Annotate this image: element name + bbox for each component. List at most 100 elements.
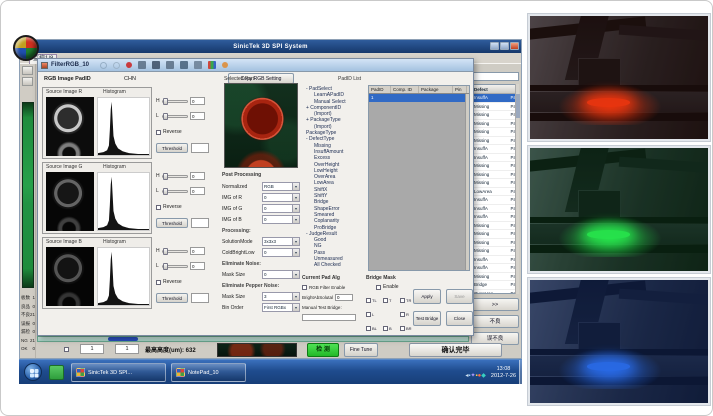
reverse-checkbox-r[interactable] [156, 130, 161, 135]
bottom-field-2[interactable]: 1 [115, 344, 139, 354]
defect-row[interactable]: BridgePa [472, 281, 518, 290]
defect-row[interactable]: MissingPa [472, 179, 518, 188]
confirm-done-button[interactable]: 确认完毕 [409, 343, 502, 357]
left-tool-button-1[interactable] [22, 66, 33, 75]
defect-row[interactable]: MissingPa [472, 171, 518, 180]
h-value-b[interactable]: 0 [190, 247, 205, 255]
taskbar-button[interactable]: SinicTek 3D SPI... [71, 363, 166, 382]
l-slider-r[interactable] [162, 115, 188, 118]
defect-row[interactable]: OverAreaPa [472, 290, 518, 295]
defect-row[interactable]: MissingPa [472, 103, 518, 112]
horizontal-scrollbar[interactable] [37, 336, 469, 342]
bridge-cell-checkbox[interactable] [366, 326, 371, 331]
threshold-field-r[interactable] [191, 143, 209, 153]
defect-row[interactable]: MissingPa [472, 247, 518, 256]
padid-column-header[interactable]: Pin [453, 86, 467, 93]
padid-column-header[interactable]: Comp. ID [391, 86, 419, 93]
bridge-cell-checkbox[interactable] [400, 312, 405, 317]
defect-row[interactable]: MissingPa [472, 137, 518, 146]
save-button[interactable]: Save [446, 289, 473, 304]
image-icon[interactable] [152, 61, 160, 69]
bottom-field-1[interactable]: 1 [80, 344, 104, 354]
left-tool-button-2[interactable] [22, 77, 33, 86]
defect-row[interactable]: MissingPa [472, 239, 518, 248]
pp-dropdown[interactable]: 3▾ [262, 292, 300, 301]
alert-icon[interactable] [222, 62, 228, 68]
open-icon[interactable] [100, 62, 107, 69]
defect-column-header[interactable]: Defect [472, 85, 518, 94]
defect-table-scrollbar[interactable] [515, 84, 519, 294]
defect-row[interactable]: MissingPa [472, 162, 518, 171]
apply-button[interactable]: Apply [413, 289, 441, 304]
l-value-b[interactable]: 0 [190, 262, 205, 270]
pp-dropdown[interactable]: 0▾ [262, 270, 300, 279]
defect-row[interactable]: InsuffAPa [472, 205, 518, 214]
defect-row[interactable]: MissingPa [472, 128, 518, 137]
bridge-cell-checkbox[interactable] [366, 298, 371, 303]
record-icon[interactable] [126, 62, 132, 68]
threshold-button-b[interactable]: Threshold [156, 293, 188, 303]
threshold-field-g[interactable] [191, 218, 209, 228]
tools-icon[interactable] [194, 61, 202, 69]
palette-icon[interactable] [208, 61, 216, 69]
padid-list[interactable]: PadIDComp. IDPackagePin 1 [368, 85, 470, 271]
pp-dropdown[interactable]: 0▾ [262, 204, 300, 213]
defect-row[interactable]: InsuffAPa [472, 256, 518, 265]
l-value-g[interactable]: 0 [190, 187, 205, 195]
l-value-r[interactable]: 0 [190, 112, 205, 120]
defect-row[interactable]: InsuffAPa [472, 196, 518, 205]
defect-row[interactable]: MissingPa [472, 120, 518, 129]
reverse-checkbox-g[interactable] [156, 205, 161, 210]
threshold-button-g[interactable]: Threshold [156, 218, 188, 228]
start-button[interactable] [24, 363, 42, 381]
scrollbar-thumb[interactable] [108, 337, 138, 341]
fine-tune-button[interactable]: Fine Tune [344, 343, 378, 357]
taskbar-button[interactable]: NotePad_10 [171, 363, 246, 382]
defect-row[interactable]: InsuffAPa [472, 264, 518, 273]
h-slider-b[interactable] [162, 250, 188, 253]
bridge-cell-checkbox[interactable] [400, 298, 405, 303]
layers-icon[interactable] [166, 61, 174, 69]
h-value-r[interactable]: 0 [190, 97, 205, 105]
bridge-mask-cell-B[interactable]: B [383, 321, 400, 335]
padid-list-scrollbar[interactable] [465, 94, 469, 270]
defect-row[interactable]: MissingPa [472, 222, 518, 231]
board-map[interactable] [22, 102, 34, 288]
defect-row[interactable]: InsuffAPa [472, 145, 518, 154]
close-dialog-button[interactable]: Close [446, 311, 473, 326]
pp-dropdown[interactable]: 0▾ [262, 215, 300, 224]
rgb-filter-enable-checkbox[interactable] [302, 285, 307, 290]
maximize-button[interactable] [500, 42, 509, 50]
h-slider-g[interactable] [162, 175, 188, 178]
bridge-mask-cell-L[interactable]: L [366, 307, 383, 321]
defect-row[interactable]: LowAreaPa [472, 188, 518, 197]
close-button[interactable] [510, 42, 519, 50]
show-desktop-button[interactable] [519, 360, 522, 385]
pp-dropdown[interactable]: 3x3x3▾ [262, 237, 300, 246]
defect-table[interactable]: Defect InsuffAPaMissingPaMissingPaMissin… [471, 84, 519, 294]
pp-dropdown[interactable]: 0▾ [262, 193, 300, 202]
h-value-g[interactable]: 0 [190, 172, 205, 180]
threshold-field-b[interactable] [191, 293, 209, 303]
pp-dropdown[interactable]: RGB▾ [262, 182, 300, 191]
bridge-mask-cell-TL[interactable]: TL [366, 293, 383, 307]
grid-icon[interactable] [138, 61, 146, 69]
defect-row[interactable]: MissingPa [472, 273, 518, 282]
taskbar-clock[interactable]: 13:082012-7-26 [489, 366, 518, 379]
defect-row[interactable]: MissingPa [472, 230, 518, 239]
l-slider-b[interactable] [162, 265, 188, 268]
h-slider-r[interactable] [162, 100, 188, 103]
pp-dropdown[interactable]: 0▾ [262, 248, 300, 257]
defect-row[interactable]: InsuffAPa [472, 94, 518, 103]
bottom-checkbox[interactable] [64, 347, 69, 352]
ng-button[interactable]: 不良 [471, 315, 519, 328]
more-button[interactable]: >> [471, 298, 519, 311]
detect-button[interactable]: 检 测 [307, 343, 339, 357]
tree-item[interactable]: All Checked [304, 262, 366, 268]
reverse-checkbox-b[interactable] [156, 280, 161, 285]
tray-icon[interactable]: ◆ [481, 373, 486, 379]
pinned-app-icon[interactable] [49, 365, 64, 380]
chart-icon[interactable] [180, 61, 188, 69]
pp-dropdown[interactable]: First RGBx▾ [262, 303, 300, 312]
bridge-cell-checkbox[interactable] [400, 326, 405, 331]
